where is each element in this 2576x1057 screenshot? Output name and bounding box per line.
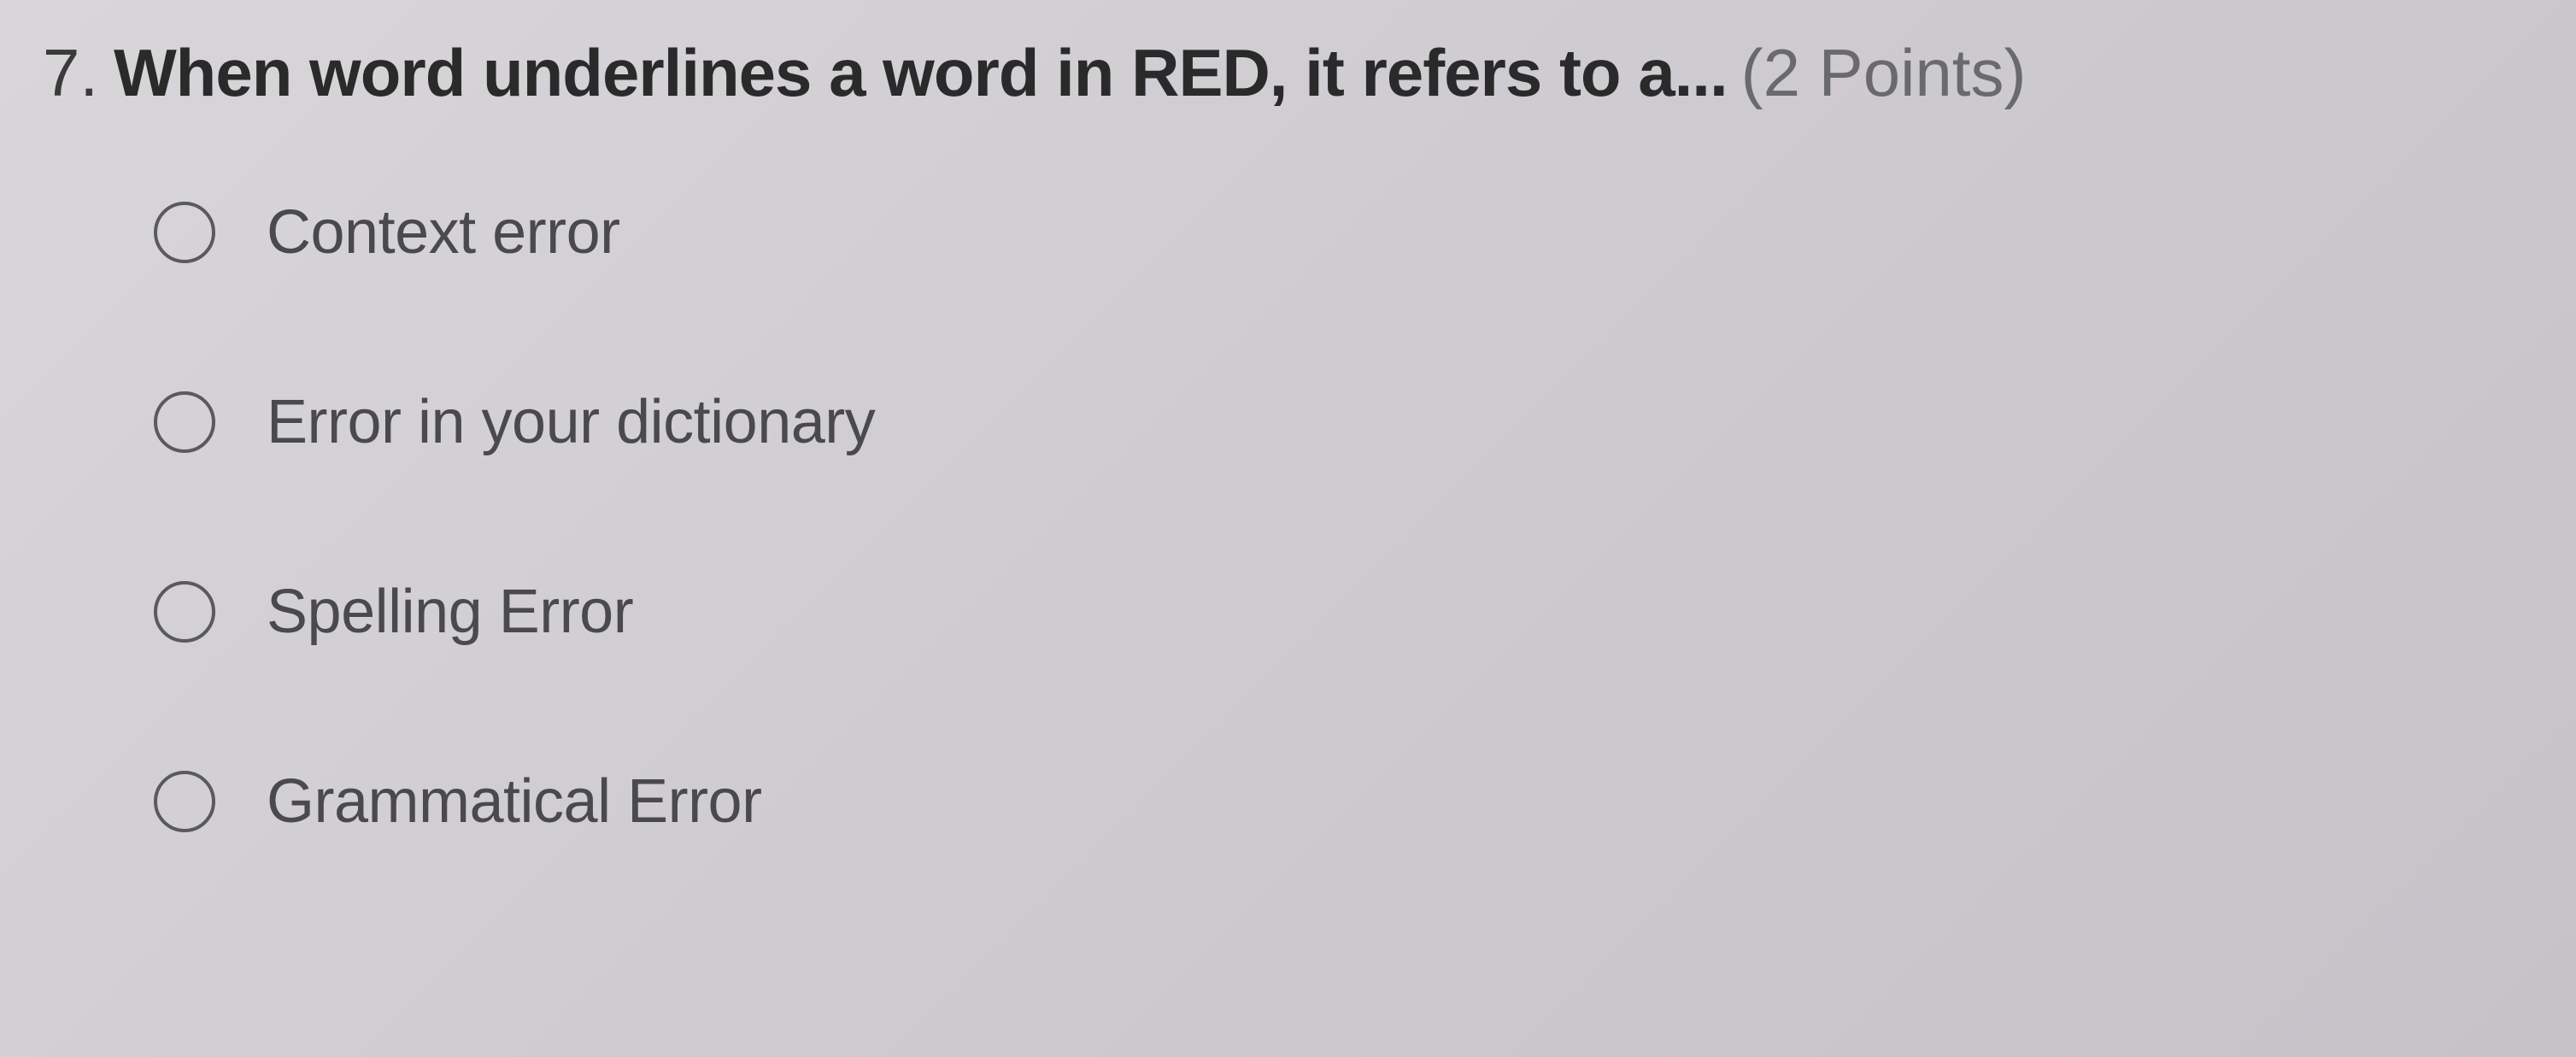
- radio-icon[interactable]: [154, 771, 215, 832]
- radio-icon[interactable]: [154, 202, 215, 263]
- radio-icon[interactable]: [154, 581, 215, 643]
- option-row-0[interactable]: Context error: [154, 197, 2533, 267]
- option-label: Spelling Error: [267, 577, 633, 647]
- option-row-1[interactable]: Error in your dictionary: [154, 387, 2533, 457]
- option-label: Grammatical Error: [267, 766, 762, 837]
- option-label: Error in your dictionary: [267, 387, 875, 457]
- question-number: 7.: [43, 34, 98, 112]
- option-row-3[interactable]: Grammatical Error: [154, 766, 2533, 837]
- question-text: When word underlines a word in RED, it r…: [114, 34, 1728, 112]
- radio-icon[interactable]: [154, 391, 215, 453]
- question-header: 7. When word underlines a word in RED, i…: [43, 34, 2533, 112]
- options-list: Context error Error in your dictionary S…: [43, 197, 2533, 837]
- option-row-2[interactable]: Spelling Error: [154, 577, 2533, 647]
- question-points: (2 Points): [1741, 34, 2027, 112]
- option-label: Context error: [267, 197, 620, 267]
